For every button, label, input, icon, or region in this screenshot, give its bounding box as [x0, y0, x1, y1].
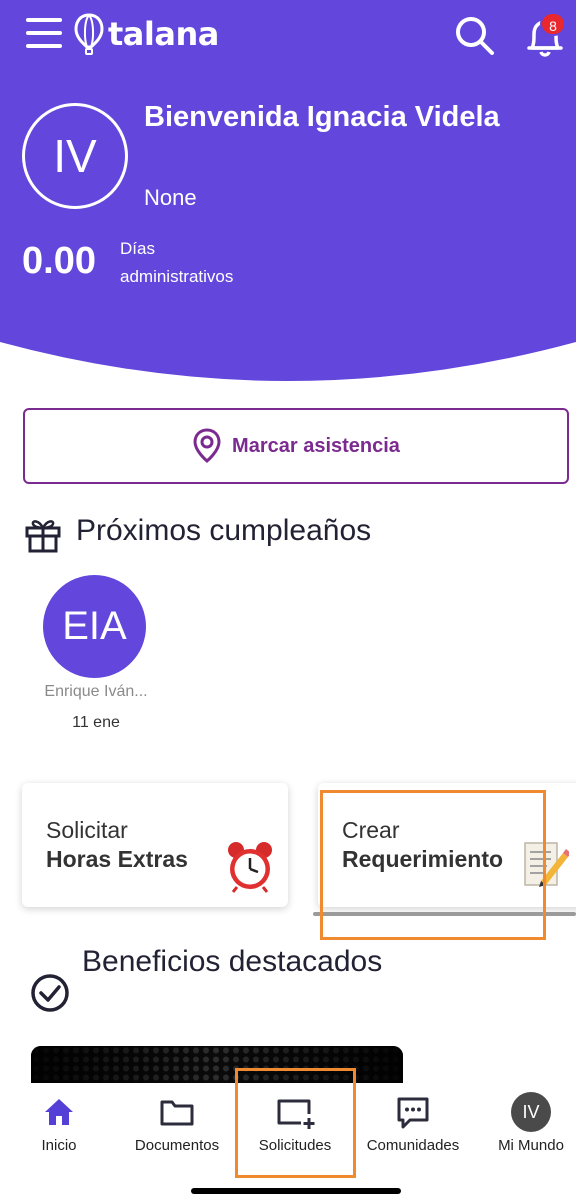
birthday-name: Enrique Iván...: [44, 683, 148, 700]
card-line1: Solicitar: [46, 817, 128, 843]
nav-label: Inicio: [41, 1137, 77, 1154]
card-line2: Horas Extras: [46, 846, 188, 872]
avatar: IV: [511, 1092, 551, 1132]
chat-icon: [397, 1097, 429, 1129]
request-overtime-card[interactable]: Solicitar Horas Extras: [22, 783, 288, 907]
benefits-title: Beneficios destacados: [82, 945, 383, 978]
home-icon: [45, 1099, 73, 1125]
nav-item-comunidades[interactable]: Comunidades: [360, 1083, 466, 1173]
location-pin-icon: [193, 428, 221, 463]
logo-text: talana: [108, 15, 219, 53]
nav-item-mi-mundo[interactable]: IV Mi Mundo: [490, 1083, 572, 1173]
menu-icon[interactable]: [26, 18, 62, 48]
balloon-icon: [74, 13, 104, 55]
bottom-navigation: Inicio Documentos Solicitudes Comunidade…: [0, 1083, 576, 1201]
company-text: None: [144, 185, 197, 210]
birthday-avatar[interactable]: EIA: [43, 575, 146, 678]
logo: talana: [74, 12, 219, 56]
header: talana 8 IV Bienvenida Ignacia Videla No…: [0, 0, 576, 390]
mark-attendance-label: Marcar asistencia: [232, 434, 400, 457]
nav-label: Solicitudes: [258, 1137, 332, 1154]
admin-days-label: Días administrativos: [120, 239, 234, 286]
nav-label: Comunidades: [366, 1137, 460, 1154]
memo-icon: [524, 842, 569, 887]
folder-icon: [160, 1100, 194, 1126]
profile-avatar[interactable]: IV: [22, 103, 128, 209]
mark-attendance-button[interactable]: Marcar asistencia: [23, 408, 569, 484]
notification-badge: 8: [540, 12, 566, 36]
nav-label: Documentos: [134, 1137, 220, 1154]
card-line1: Crear: [342, 817, 400, 843]
home-indicator: [191, 1188, 401, 1194]
nav-item-documentos[interactable]: Documentos: [124, 1083, 230, 1173]
top-bar: talana 8: [0, 0, 576, 80]
search-icon[interactable]: [455, 16, 495, 56]
nav-item-solicitudes[interactable]: Solicitudes: [244, 1083, 346, 1173]
admin-days-value: 0.00: [22, 240, 96, 282]
birthday-date: 11 ene: [72, 714, 120, 731]
add-request-icon: [277, 1099, 315, 1129]
alarm-clock-icon: [228, 842, 272, 893]
card-line2: Requerimiento: [342, 846, 504, 872]
gift-icon: [25, 520, 61, 553]
create-requirement-card[interactable]: Crear Requerimiento: [318, 783, 576, 907]
nav-label: Mi Mundo: [498, 1137, 564, 1154]
birthdays-title: Próximos cumpleaños: [76, 514, 372, 547]
welcome-text: Bienvenida Ignacia Videla: [144, 101, 500, 133]
nav-item-inicio[interactable]: Inicio: [18, 1083, 100, 1173]
check-circle-icon: [31, 974, 69, 1012]
carousel-scroll-indicator: [313, 912, 576, 916]
